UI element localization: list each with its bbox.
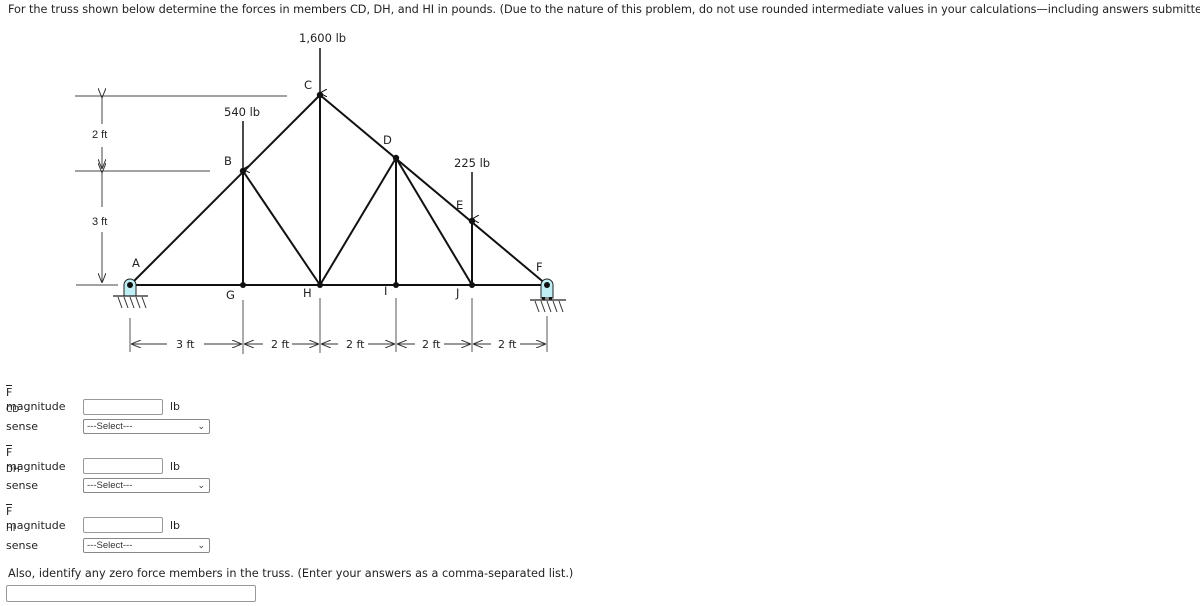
member-dj [395, 157, 473, 286]
sense-label: sense [6, 479, 38, 492]
dim-label-ij: 2 ft [422, 338, 441, 351]
load-label-b: 540 lb [224, 105, 260, 119]
support-f-roller [530, 278, 566, 313]
joint-g [240, 282, 246, 288]
member-bh [242, 170, 321, 286]
joint-label-j: J [455, 286, 459, 300]
load-label-e: 225 lb [454, 156, 490, 170]
dim-label-2ft: 2 ft [92, 129, 107, 141]
joint-labels: A B C D E F G H I J [132, 78, 543, 302]
joint-label-i: I [384, 284, 387, 298]
sense-select-value: ---Select--- [87, 480, 133, 491]
joint-label-h: H [303, 286, 312, 300]
unit-label: lb [170, 519, 181, 532]
joint-label-g: G [226, 288, 235, 302]
magnitude-input-cd[interactable] [83, 399, 163, 415]
joint-d [392, 154, 400, 162]
dim-label-hi: 2 ft [346, 338, 365, 351]
magnitude-label: magnitude [6, 519, 66, 532]
joint-label-f: F [536, 260, 543, 274]
unit-label: lb [170, 400, 181, 413]
member-ac [129, 94, 321, 286]
magnitude-input-dh[interactable] [83, 458, 163, 474]
member-cf [319, 94, 548, 286]
dim-label-ag: 3 ft [176, 338, 195, 351]
magnitude-label: magnitude [6, 400, 66, 413]
joint-label-d: D [383, 133, 392, 147]
load-label-c: 1,600 lb [299, 31, 346, 45]
dim-label-3ft: 3 ft [92, 216, 107, 228]
sense-select-value: ---Select--- [87, 421, 133, 432]
truss-diagram: 2 ft 3 ft 1,600 lb 540 lb 225 lb A B C D… [75, 31, 566, 354]
joint-label-c: C [304, 78, 312, 92]
truss-joints [239, 91, 476, 288]
truss-members [129, 94, 548, 286]
zero-force-input[interactable] [6, 585, 256, 602]
support-a-pin [113, 278, 148, 309]
joint-label-e: E [456, 198, 463, 212]
joint-label-a: A [132, 256, 140, 270]
unit-label: lb [170, 460, 181, 473]
joint-j [469, 282, 475, 288]
zero-force-prompt: Also, identify any zero force members in… [8, 567, 574, 580]
sense-select-cd[interactable]: ---Select--- ⌄ [83, 419, 210, 434]
sense-select-dh[interactable]: ---Select--- ⌄ [83, 478, 210, 493]
sense-label: sense [6, 420, 38, 433]
joint-h [317, 282, 323, 288]
dim-label-gh: 2 ft [271, 338, 290, 351]
sense-select-value: ---Select--- [87, 540, 133, 551]
joint-i [393, 282, 399, 288]
dim-label-jf: 2 ft [498, 338, 517, 351]
chevron-down-icon: ⌄ [197, 421, 205, 431]
sense-label: sense [6, 539, 38, 552]
member-dh [319, 157, 397, 286]
chevron-down-icon: ⌄ [197, 480, 205, 490]
joint-label-b: B [224, 154, 232, 168]
sense-select-hi[interactable]: ---Select--- ⌄ [83, 538, 210, 553]
magnitude-label: magnitude [6, 460, 66, 473]
chevron-down-icon: ⌄ [197, 540, 205, 550]
magnitude-input-hi[interactable] [83, 517, 163, 533]
